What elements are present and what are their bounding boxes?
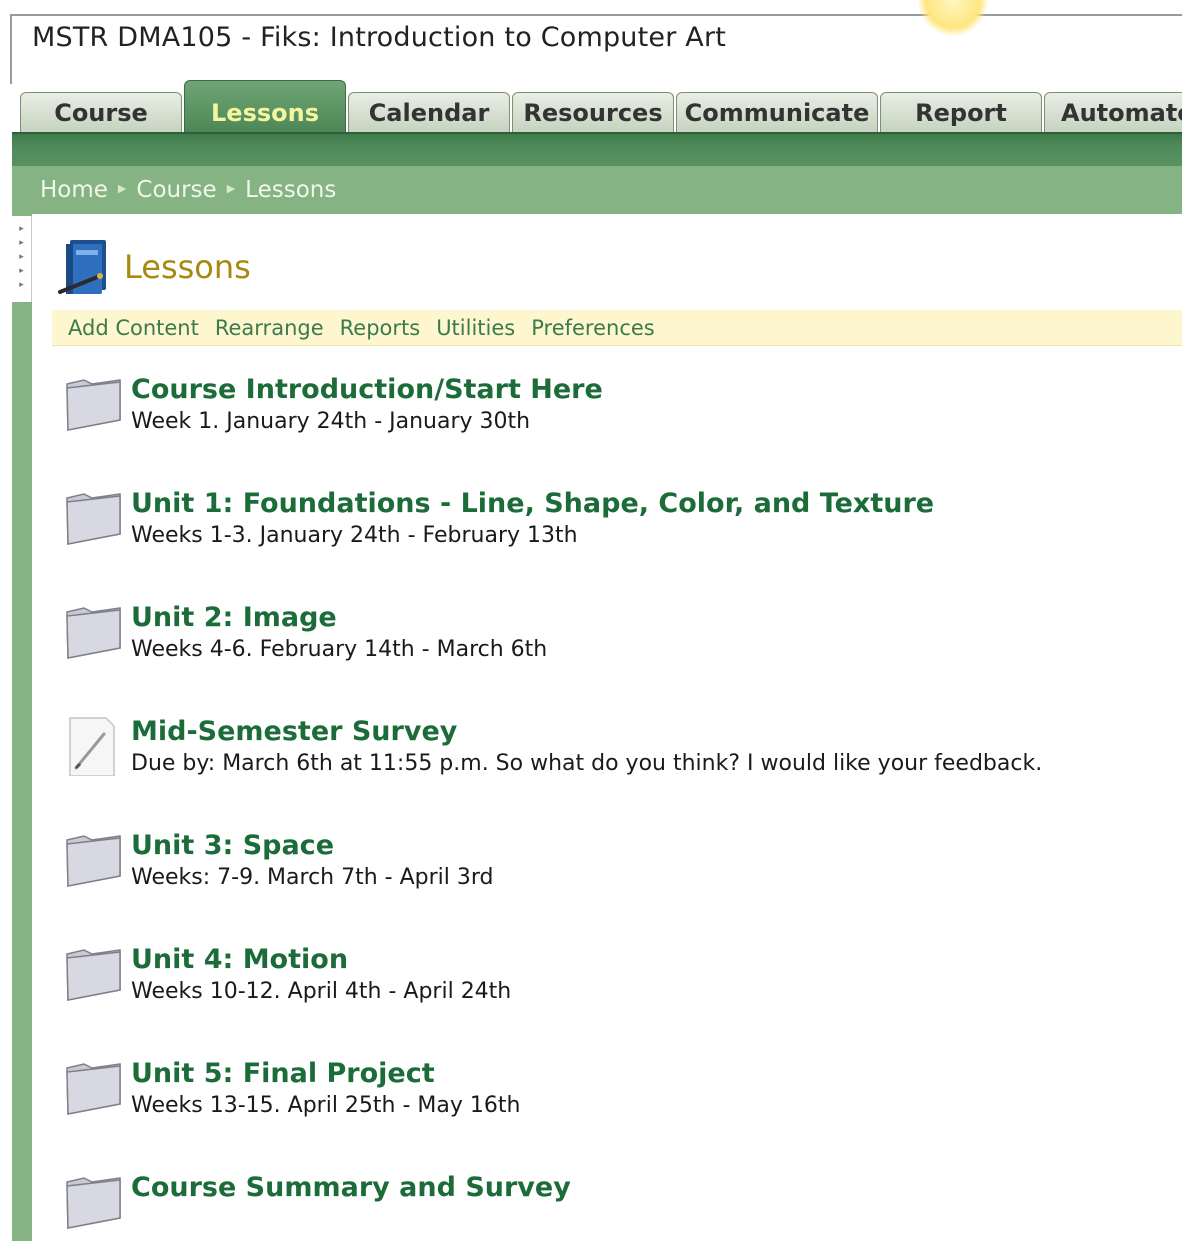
folder-icon[interactable] <box>62 602 128 662</box>
page-title: Lessons <box>124 248 251 286</box>
folder-icon[interactable] <box>62 1172 128 1232</box>
lesson-title-link[interactable]: Unit 3: Space <box>131 830 334 861</box>
tab-label: Course <box>54 98 148 127</box>
preferences-link[interactable]: Preferences <box>531 316 655 340</box>
chevron-right-icon: ▸ <box>19 252 24 262</box>
lesson-title-link[interactable]: Mid-Semester Survey <box>131 716 457 747</box>
course-title: MSTR DMA105 - Fiks: Introduction to Comp… <box>32 22 727 53</box>
list-item: Unit 1: Foundations - Line, Shape, Color… <box>62 488 1177 558</box>
list-item: Unit 3: Space Weeks: 7-9. March 7th - Ap… <box>62 830 1177 900</box>
chevron-right-icon: ▸ <box>19 280 24 290</box>
add-content-link[interactable]: Add Content <box>68 316 199 340</box>
lesson-description: Weeks: 7-9. March 7th - April 3rd <box>131 865 494 890</box>
window-top-border <box>10 14 1182 16</box>
lesson-description: Weeks 13-15. April 25th - May 16th <box>131 1093 521 1118</box>
lesson-description: Due by: March 6th at 11:55 p.m. So what … <box>131 751 1043 776</box>
list-item: Unit 4: Motion Weeks 10-12. April 4th - … <box>62 944 1177 1014</box>
lesson-title-link[interactable]: Unit 1: Foundations - Line, Shape, Color… <box>131 488 934 519</box>
breadcrumb-arrow-icon: ▶ <box>226 181 236 195</box>
lesson-title-link[interactable]: Unit 4: Motion <box>131 944 348 975</box>
folder-icon[interactable] <box>62 830 128 890</box>
sidebar-expand-handle[interactable]: ▸ ▸ ▸ ▸ ▸ <box>12 216 32 302</box>
lesson-description: Weeks 1-3. January 24th - February 13th <box>131 523 578 548</box>
tab-label: Resources <box>523 98 663 127</box>
tab-resources[interactable]: Resources <box>512 92 674 132</box>
lesson-description: Weeks 4-6. February 14th - March 6th <box>131 637 548 662</box>
tab-automate[interactable]: Automate <box>1044 92 1182 132</box>
tab-label: Automate <box>1061 98 1182 127</box>
folder-icon[interactable] <box>62 488 128 548</box>
left-sidebar-strip <box>12 214 32 1241</box>
folder-icon[interactable] <box>62 374 128 434</box>
survey-pencil-icon[interactable] <box>62 716 128 776</box>
tab-report[interactable]: Report <box>880 92 1042 132</box>
window-left-border <box>10 14 12 84</box>
lessons-toolbar: Add Content Rearrange Reports Utilities … <box>52 310 1182 346</box>
list-item: Course Summary and Survey <box>62 1172 1177 1241</box>
lesson-title-link[interactable]: Unit 5: Final Project <box>131 1058 435 1089</box>
utilities-link[interactable]: Utilities <box>436 316 515 340</box>
reports-link[interactable]: Reports <box>340 316 421 340</box>
breadcrumb-lessons[interactable]: Lessons <box>245 177 336 203</box>
lesson-description: Weeks 10-12. April 4th - April 24th <box>131 979 512 1004</box>
tab-calendar[interactable]: Calendar <box>348 92 510 132</box>
tab-label: Communicate <box>684 98 870 127</box>
breadcrumb-home[interactable]: Home <box>40 177 108 203</box>
tab-label: Lessons <box>211 98 319 127</box>
folder-icon[interactable] <box>62 1058 128 1118</box>
tab-communicate[interactable]: Communicate <box>676 92 878 132</box>
breadcrumb-arrow-icon: ▶ <box>117 181 127 195</box>
list-item: Course Introduction/Start Here Week 1. J… <box>62 374 1177 444</box>
folder-icon[interactable] <box>62 944 128 1004</box>
breadcrumb-course[interactable]: Course <box>136 177 216 203</box>
list-item: Mid-Semester Survey Due by: March 6th at… <box>62 716 1177 786</box>
tab-label: Report <box>915 98 1007 127</box>
chevron-right-icon: ▸ <box>19 224 24 234</box>
chevron-right-icon: ▸ <box>19 266 24 276</box>
lms-page: MSTR DMA105 - Fiks: Introduction to Comp… <box>0 0 1182 1241</box>
chevron-right-icon: ▸ <box>19 238 24 248</box>
breadcrumb: Home ▶ Course ▶ Lessons <box>12 166 1182 214</box>
list-item: Unit 2: Image Weeks 4-6. February 14th -… <box>62 602 1177 672</box>
list-item: Unit 5: Final Project Weeks 13-15. April… <box>62 1058 1177 1128</box>
tab-lessons[interactable]: Lessons <box>184 80 346 132</box>
lesson-description: Week 1. January 24th - January 30th <box>131 409 531 434</box>
sun-decoration <box>918 0 988 36</box>
lesson-title-link[interactable]: Course Summary and Survey <box>131 1172 571 1203</box>
lessons-book-icon <box>58 240 106 294</box>
main-tab-bar: Course Lessons Calendar Resources Commun… <box>10 80 1182 132</box>
tab-underline-band <box>12 132 1182 166</box>
rearrange-link[interactable]: Rearrange <box>215 316 324 340</box>
tab-label: Calendar <box>368 98 490 127</box>
lesson-title-link[interactable]: Course Introduction/Start Here <box>131 374 603 405</box>
lesson-title-link[interactable]: Unit 2: Image <box>131 602 337 633</box>
tab-course[interactable]: Course <box>20 92 182 132</box>
